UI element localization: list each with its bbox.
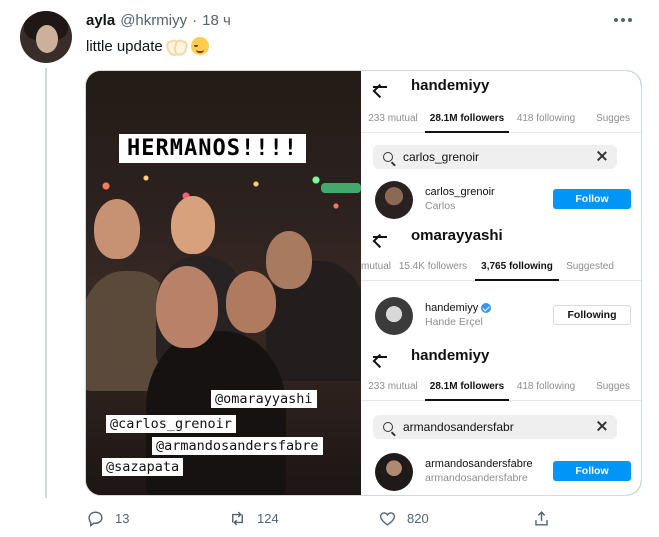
clear-search-icon[interactable] <box>597 421 607 431</box>
more-options-icon[interactable] <box>609 10 637 30</box>
retweet-button[interactable]: 124 <box>228 509 279 528</box>
person-head <box>156 266 218 348</box>
search-query: carlos_grenoir <box>403 150 480 164</box>
relieved-face-emoji-icon <box>190 37 209 55</box>
tab-followers[interactable]: 15.4K followers <box>391 257 475 281</box>
tweet-text-content: little update <box>86 37 163 55</box>
heart-icon <box>379 512 396 526</box>
panel-title: handemiyy <box>411 77 490 94</box>
person-head <box>226 271 276 333</box>
tab-suggested[interactable]: Sugges <box>583 377 641 401</box>
verified-badge-icon <box>481 303 492 313</box>
tab-mutual[interactable]: mutual <box>361 257 391 281</box>
story-photo: HERMANOS!!!! @omarayyashi @carlos_grenoi… <box>86 71 361 495</box>
header-separator: · <box>192 12 198 29</box>
result-username: handemiyy <box>425 302 492 314</box>
profile-tabs: mutual 15.4K followers 3,765 following S… <box>361 257 641 281</box>
tab-following[interactable]: 3,765 following <box>475 257 559 281</box>
tab-mutual[interactable]: 233 mutual <box>361 109 425 133</box>
search-result[interactable]: handemiyy Hande Erçel Following <box>375 297 631 337</box>
tab-suggested[interactable]: Suggested <box>559 257 621 281</box>
story-tag-carlos[interactable]: @carlos_grenoir <box>106 415 236 433</box>
neon-sign <box>321 183 361 193</box>
story-tag-armando[interactable]: @armandosandersfabre <box>152 437 323 455</box>
panel-title: handemiyy <box>411 347 490 364</box>
reply-count: 13 <box>115 511 130 526</box>
story-caption: HERMANOS!!!! <box>119 134 306 163</box>
like-count: 820 <box>407 511 429 526</box>
tab-following[interactable]: 418 following <box>509 109 583 133</box>
tab-followers[interactable]: 28.1M followers <box>425 109 509 133</box>
tab-mutual[interactable]: 233 mutual <box>361 377 425 401</box>
tab-suggested[interactable]: Sugges <box>583 109 641 133</box>
result-avatar[interactable] <box>375 453 413 491</box>
share-button[interactable] <box>532 509 551 528</box>
instagram-panel-2: omarayyashi mutual 15.4K followers 3,765… <box>361 221 641 341</box>
follow-button[interactable]: Follow <box>553 189 631 209</box>
tab-following[interactable]: 418 following <box>509 377 583 401</box>
search-query: armandosandersfabr <box>403 420 514 434</box>
search-result[interactable]: armandosandersfabre armandosandersfabre … <box>375 453 631 493</box>
reply-button[interactable]: 13 <box>86 509 129 528</box>
search-icon <box>383 422 393 432</box>
like-button[interactable]: 820 <box>378 509 429 528</box>
profile-tabs: 233 mutual 28.1M followers 418 following… <box>361 377 641 401</box>
person-head <box>171 196 215 254</box>
result-avatar[interactable] <box>375 297 413 335</box>
avatar-face <box>36 25 58 53</box>
search-input[interactable]: carlos_grenoir <box>373 145 617 169</box>
panel-title: omarayyashi <box>411 227 503 244</box>
tweet-media-image[interactable]: HERMANOS!!!! @omarayyashi @carlos_grenoi… <box>85 70 642 496</box>
story-tag-omarayyashi[interactable]: @omarayyashi <box>211 390 317 408</box>
thread-line <box>45 68 47 498</box>
story-tag-sazapata[interactable]: @sazapata <box>102 458 184 476</box>
search-icon <box>383 152 393 162</box>
retweet-icon <box>232 511 243 526</box>
back-arrow-icon[interactable] <box>371 349 387 365</box>
author-name[interactable]: ayla <box>86 12 115 29</box>
result-username: carlos_grenoir <box>425 186 495 198</box>
person-head <box>94 199 140 259</box>
person-head <box>266 231 312 289</box>
result-name: Hande Erçel <box>425 316 483 328</box>
back-arrow-icon[interactable] <box>371 229 387 245</box>
result-name: armandosandersfabre <box>425 472 528 484</box>
result-name: Carlos <box>425 200 456 212</box>
reply-icon <box>88 511 103 528</box>
retweet-count: 124 <box>257 511 279 526</box>
share-icon <box>535 511 548 526</box>
following-button[interactable]: Following <box>553 305 631 325</box>
result-avatar[interactable] <box>375 181 413 219</box>
author-handle[interactable]: @hkrmiyy <box>120 12 187 29</box>
instagram-panel-3: handemiyy 233 mutual 28.1M followers 418… <box>361 341 641 495</box>
tweet-header: ayla @hkrmiyy · 18 ч <box>86 12 231 29</box>
search-input[interactable]: armandosandersfabr <box>373 415 617 439</box>
author-avatar[interactable] <box>20 11 72 63</box>
tweet-text: little update <box>86 37 209 55</box>
open-hands-emoji-icon <box>167 38 187 54</box>
search-result[interactable]: carlos_grenoir Carlos Follow <box>375 181 631 221</box>
tweet-actions: 13 124 820 <box>86 509 556 533</box>
instagram-panel-1: handemiyy 233 mutual 28.1M followers 418… <box>361 71 641 221</box>
profile-tabs: 233 mutual 28.1M followers 418 following… <box>361 109 641 133</box>
tab-followers[interactable]: 28.1M followers <box>425 377 509 401</box>
back-arrow-icon[interactable] <box>371 79 387 95</box>
follow-button[interactable]: Follow <box>553 461 631 481</box>
clear-search-icon[interactable] <box>597 151 607 161</box>
result-username: armandosandersfabre <box>425 458 533 470</box>
tweet-timestamp[interactable]: 18 ч <box>202 12 231 29</box>
